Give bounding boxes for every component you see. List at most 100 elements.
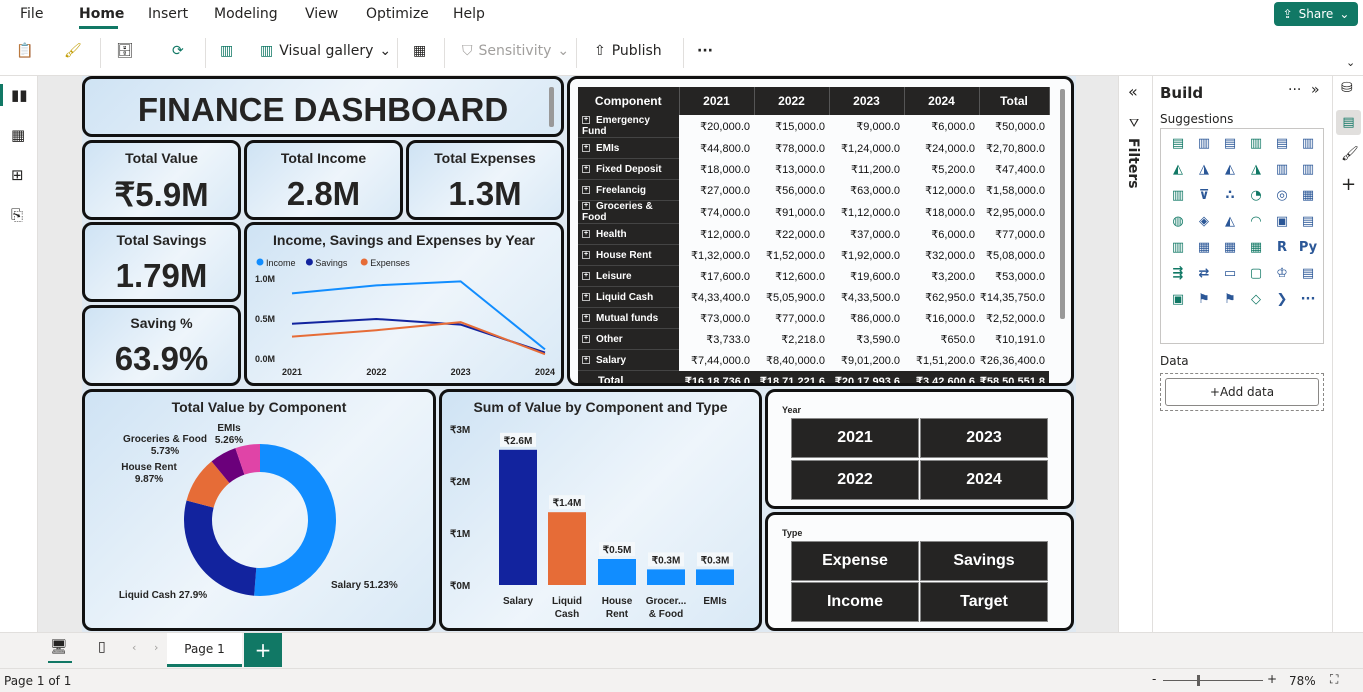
visual-type-icon[interactable]: ◇	[1245, 289, 1267, 311]
table-row[interactable]: + Liquid Cash ₹4,33,400.0 ₹5,05,900.0 ₹4,33,…	[578, 286, 1049, 308]
expand-row-icon[interactable]: +	[582, 202, 590, 211]
visual-type-icon[interactable]: ▤	[1271, 133, 1293, 155]
kpi-card-total-income[interactable]: Total Income 2.8M	[244, 140, 403, 220]
column-header[interactable]: Component	[578, 87, 680, 115]
expand-row-icon[interactable]: +	[582, 250, 590, 259]
column-header[interactable]: Total	[979, 87, 1050, 115]
menu-file[interactable]: File	[20, 6, 43, 22]
visual-type-icon[interactable]: Py	[1297, 237, 1319, 259]
next-page-icon[interactable]: ›	[154, 641, 158, 654]
visual-type-icon[interactable]: ▣	[1271, 211, 1293, 233]
column-header[interactable]: 2023	[829, 87, 905, 115]
share-button[interactable]: ⇪ Share ⌄	[1274, 2, 1358, 26]
table-row[interactable]: + Health ₹12,000.0 ₹22,000.0 ₹37,000.0 ₹6,000…	[578, 223, 1049, 245]
expand-row-icon[interactable]: +	[582, 355, 590, 364]
visual-type-icon[interactable]: ⊽	[1193, 185, 1215, 207]
expand-row-icon[interactable]: +	[582, 229, 590, 238]
table-row[interactable]: + Salary ₹7,44,000.0 ₹8,40,000.0 ₹9,01,200.0…	[578, 349, 1049, 371]
visual-type-icon[interactable]: ···	[1297, 289, 1319, 311]
dax-query-icon[interactable]: ⎘	[11, 206, 23, 224]
visual-type-icon[interactable]: ▥	[1193, 133, 1215, 155]
type-slicer[interactable]: Type Expense Savings Income Target	[765, 512, 1074, 631]
slicer-option-2024[interactable]: 2024	[920, 460, 1048, 500]
paste-button[interactable]: 📋	[16, 43, 33, 59]
donut-chart[interactable]: Salary 51.23% Liquid Cash 27.9% House Rent…	[85, 392, 433, 628]
format-painter-button[interactable]: 🖌	[64, 43, 82, 59]
page-tab[interactable]: Page 1	[167, 633, 242, 667]
visual-type-icon[interactable]: ◈	[1193, 211, 1215, 233]
visual-type-icon[interactable]: ∴	[1219, 185, 1241, 207]
title-card[interactable]: FINANCE DASHBOARD	[82, 76, 564, 137]
kpi-card-total-expenses[interactable]: Total Expenses 1.3M	[406, 140, 564, 220]
slicer-option-income[interactable]: Income	[791, 582, 919, 622]
new-visual-button[interactable]: ▥	[220, 43, 233, 59]
visual-type-icon[interactable]: ◮	[1245, 159, 1267, 181]
matrix-card[interactable]: Component 2021 2022 2023 2024 Total + Emergenc…	[567, 76, 1074, 386]
model-view-icon[interactable]: ⊞	[11, 166, 24, 184]
column-header[interactable]: 2021	[679, 87, 755, 115]
visual-type-icon[interactable]: ⇶	[1167, 263, 1189, 285]
zoom-thumb[interactable]	[1197, 675, 1200, 686]
donut-chart-card[interactable]: Total Value by Component Salary 51.23% Li…	[82, 389, 436, 631]
collapse-ribbon-icon[interactable]: ⌄	[1346, 56, 1355, 69]
visual-type-icon[interactable]: ▣	[1167, 289, 1189, 311]
zoom-out-icon[interactable]: -	[1152, 672, 1156, 686]
visual-type-icon[interactable]: ◭	[1219, 211, 1241, 233]
bar-chart[interactable]: ₹0M ₹1M ₹2M ₹3M ₹2.6M Salary ₹1.4M Liquid Cash ₹0…	[442, 392, 759, 628]
menu-optimize[interactable]: Optimize	[366, 6, 429, 22]
visual-type-icon[interactable]: ▦	[1219, 237, 1241, 259]
publish-button[interactable]: ⇧ Publish	[594, 43, 662, 59]
visual-type-icon[interactable]: ⇄	[1193, 263, 1215, 285]
more-options-icon[interactable]: ···	[1288, 82, 1301, 98]
visual-type-icon[interactable]: ▤	[1297, 263, 1319, 285]
menu-help[interactable]: Help	[453, 6, 485, 22]
column-header[interactable]: 2022	[754, 87, 830, 115]
slicer-option-expense[interactable]: Expense	[791, 541, 919, 581]
kpi-card-total-savings[interactable]: Total Savings 1.79M	[82, 222, 241, 302]
menu-view[interactable]: View	[305, 6, 338, 22]
table-row[interactable]: + Other ₹3,733.0 ₹2,218.0 ₹3,590.0 ₹650.0 ₹10,…	[578, 328, 1049, 350]
visual-gallery-button[interactable]: ▥ Visual gallery ⌄	[260, 43, 391, 59]
expand-row-icon[interactable]: +	[582, 313, 590, 322]
zoom-slider[interactable]	[1163, 680, 1263, 681]
visual-type-icon[interactable]: ▦	[1245, 237, 1267, 259]
prev-page-icon[interactable]: ‹	[132, 641, 136, 654]
visual-type-icon[interactable]: ▤	[1297, 211, 1319, 233]
visual-type-icon[interactable]: ▥	[1297, 159, 1319, 181]
expand-row-icon[interactable]: +	[582, 164, 590, 173]
table-row[interactable]: + Leisure ₹17,600.0 ₹12,600.0 ₹19,600.0 ₹3,20…	[578, 265, 1049, 287]
get-data-button[interactable]: 🗄	[116, 43, 134, 59]
slicer-option-savings[interactable]: Savings	[920, 541, 1048, 581]
menu-modeling[interactable]: Modeling	[214, 6, 278, 22]
zoom-in-icon[interactable]: +	[1267, 672, 1277, 686]
add-data-button[interactable]: +Add data	[1165, 378, 1319, 406]
table-row[interactable]: + Freelancig ₹27,000.0 ₹56,000.0 ₹63,000.0 ₹1…	[578, 179, 1049, 201]
visual-type-icon[interactable]: ❯	[1271, 289, 1293, 311]
menu-insert[interactable]: Insert	[148, 6, 188, 22]
build-visual-icon[interactable]: ▤	[1336, 110, 1361, 135]
visual-type-icon[interactable]: ▤	[1219, 133, 1241, 155]
visual-type-icon[interactable]: ▥	[1245, 133, 1267, 155]
slicer-option-2022[interactable]: 2022	[791, 460, 919, 500]
bar-chart-card[interactable]: Sum of Value by Component and Type ₹0M ₹1…	[439, 389, 762, 631]
line-chart[interactable]: Income Savings Expenses 0.0M 0.5M 1.0M 2021 202…	[247, 225, 561, 383]
visual-type-icon[interactable]: ◠	[1245, 211, 1267, 233]
calculator-button[interactable]: ▦	[413, 43, 426, 59]
visual-type-icon[interactable]: ◮	[1193, 159, 1215, 181]
slicer-option-2023[interactable]: 2023	[920, 418, 1048, 458]
visual-type-icon[interactable]: ▢	[1245, 263, 1267, 285]
mobile-layout-icon[interactable]: ▯	[98, 639, 106, 655]
table-row[interactable]: + Mutual funds ₹73,000.0 ₹77,000.0 ₹86,000.0…	[578, 307, 1049, 329]
expand-row-icon[interactable]: +	[582, 292, 590, 301]
component-matrix[interactable]: Component 2021 2022 2023 2024 Total + Emergenc…	[578, 87, 1050, 383]
visual-type-icon[interactable]: ▥	[1271, 159, 1293, 181]
scrollbar[interactable]	[549, 87, 554, 127]
visual-type-icon[interactable]: ♔	[1271, 263, 1293, 285]
visual-type-icon[interactable]: ▦	[1297, 185, 1319, 207]
scrollbar[interactable]	[1060, 89, 1065, 319]
sensitivity-button[interactable]: ⛉ Sensitivity ⌄	[462, 43, 569, 59]
visual-type-icon[interactable]: R	[1271, 237, 1293, 259]
slicer-option-2021[interactable]: 2021	[791, 418, 919, 458]
plus-icon[interactable]: +	[1341, 174, 1356, 195]
expand-row-icon[interactable]: +	[582, 271, 590, 280]
